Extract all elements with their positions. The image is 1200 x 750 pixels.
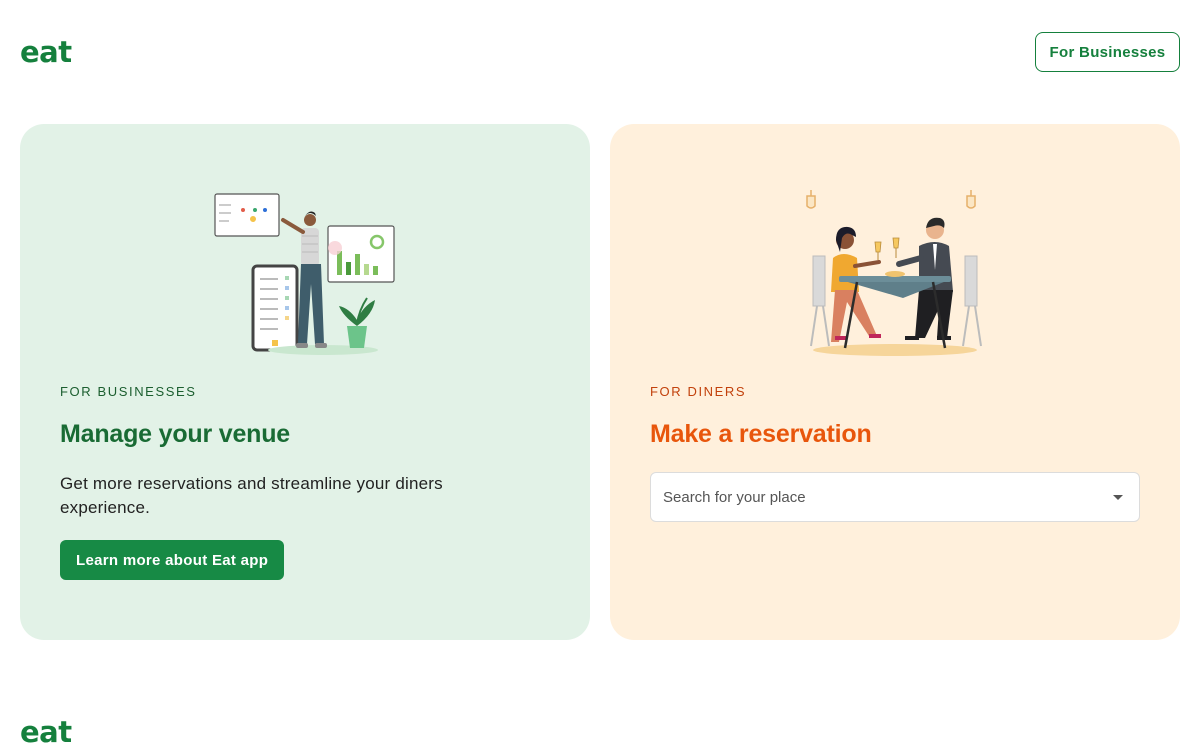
business-manager-illustration [214, 193, 395, 355]
place-search-select[interactable] [650, 472, 1140, 522]
learn-more-button[interactable]: Learn more about Eat app [60, 540, 285, 580]
for-businesses-button[interactable]: For Businesses [1035, 32, 1180, 72]
chevron-down-icon[interactable] [1113, 494, 1123, 500]
business-eyebrow: FOR BUSINESSES [60, 384, 197, 399]
diner-headline: Make a reservation [650, 420, 872, 448]
eat-logo[interactable]: eat [20, 36, 72, 68]
business-description: Get more reservations and streamline you… [60, 474, 443, 517]
business-headline: Manage your venue [60, 420, 290, 448]
footer-eat-logo[interactable]: eat [20, 716, 72, 748]
top-bar: eat For Businesses [0, 0, 1200, 104]
place-search-input[interactable] [663, 488, 1113, 506]
diner-card: FOR DINERS Make a reservation [610, 124, 1180, 640]
business-card: FOR BUSINESSES Manage your venue Get mor… [20, 124, 590, 640]
diner-eyebrow: FOR DINERS [650, 384, 747, 399]
dining-couple-illustration [806, 190, 982, 356]
